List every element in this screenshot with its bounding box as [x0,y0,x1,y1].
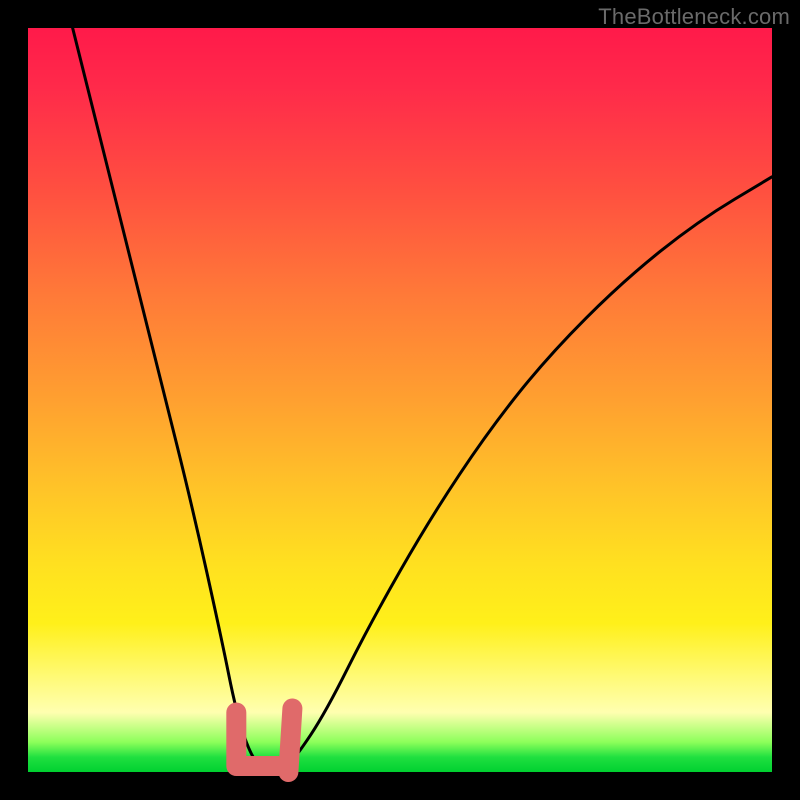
plot-area [28,28,772,772]
curve-layer [28,28,772,772]
highlight-valley [236,708,292,772]
bottleneck-curve [73,28,772,772]
chart-frame: TheBottleneck.com [0,0,800,800]
watermark-text: TheBottleneck.com [598,4,790,30]
